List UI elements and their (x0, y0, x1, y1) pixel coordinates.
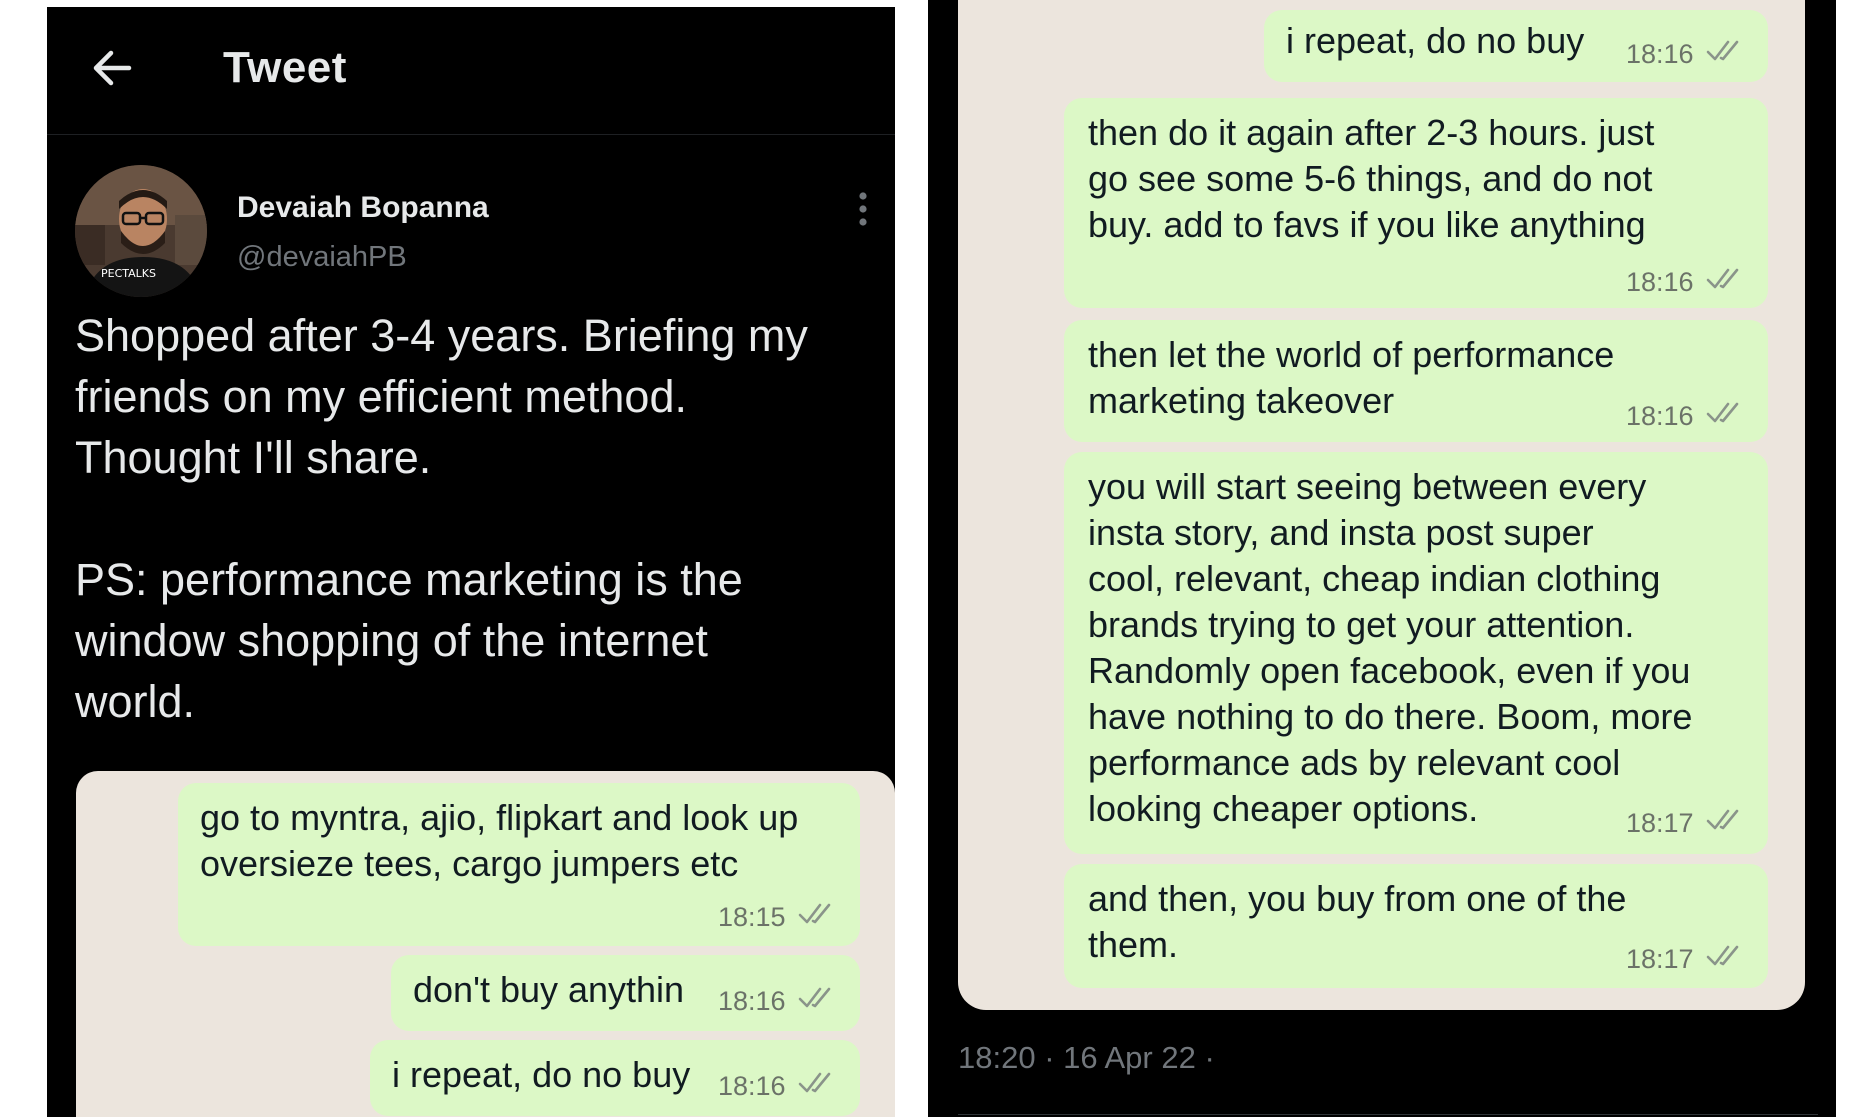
avatar[interactable]: PECTALKS (75, 165, 207, 297)
message-line: go see some 5-6 things, and do not (1088, 158, 1653, 199)
message-time: 18:17 (1626, 808, 1694, 838)
message-line: oversieze tees, cargo jumpers etc (200, 843, 739, 884)
tweet-timestamp[interactable]: 18:20 · 16 Apr 22 · (958, 1040, 1215, 1076)
more-vertical-icon[interactable] (857, 191, 869, 227)
message-line: have nothing to do there. Boom, more (1088, 696, 1693, 737)
chat-bubble: i repeat, do no buy 18:16 (370, 1040, 860, 1116)
message-line: go to myntra, ajio, flipkart and look up (200, 797, 799, 838)
message-line: i repeat, do no buy (1286, 20, 1585, 61)
tweet-text-line: Shopped after 3-4 years. Briefing my (75, 310, 808, 361)
message-line: you will start seeing between every (1088, 466, 1647, 507)
tweet-text-line: world. (75, 676, 196, 727)
chat-screenshot-image[interactable]: i repeat, do no buy 18:16 then do it aga… (958, 0, 1805, 1010)
message-line: performance ads by relevant cool (1088, 742, 1621, 783)
divider (958, 1114, 1818, 1115)
author-name[interactable]: Devaiah Bopanna (237, 191, 489, 225)
double-check-icon (1706, 402, 1739, 423)
back-arrow-icon[interactable] (89, 45, 135, 91)
message-line: then let the world of performance (1088, 334, 1615, 375)
message-line: looking cheaper options. (1088, 788, 1479, 829)
double-check-icon (1706, 809, 1739, 830)
tweet-screenshot-continued: i repeat, do no buy 18:16 then do it aga… (928, 0, 1836, 1117)
chat-bubble: then let the world of performance market… (1064, 320, 1768, 442)
chat-bubble: go to myntra, ajio, flipkart and look up… (178, 783, 860, 946)
chat-bubble: don't buy anythin 18:16 (391, 955, 860, 1031)
double-check-icon (1706, 945, 1739, 966)
message-line: insta story, and insta post super (1088, 512, 1594, 553)
chat-bubble: i repeat, do no buy 18:16 (1264, 10, 1768, 82)
tweet-text-line: Thought I'll share. (75, 432, 432, 483)
chat-bubble: then do it again after 2-3 hours. just g… (1064, 98, 1768, 308)
message-line: brands trying to get your attention. (1088, 604, 1635, 645)
message-line: then do it again after 2-3 hours. just (1088, 112, 1655, 153)
message-time: 18:16 (718, 1071, 786, 1101)
tweet-text-line: friends on my efficient method. (75, 371, 687, 422)
double-check-icon (798, 903, 831, 924)
message-line: Randomly open facebook, even if you (1088, 650, 1691, 691)
chat-bubble: you will start seeing between every inst… (1064, 452, 1768, 854)
message-line: cool, relevant, cheap indian clothing (1088, 558, 1661, 599)
author-handle[interactable]: @devaiahPB (237, 241, 407, 274)
tweet-header: Tweet (47, 7, 895, 135)
chat-bubble: and then, you buy from one of the them. … (1064, 864, 1768, 988)
message-line: marketing takeover (1088, 380, 1395, 421)
double-check-icon (1706, 40, 1739, 61)
tweet-text: Shopped after 3-4 years. Briefing my fri… (75, 305, 875, 732)
message-time: 18:16 (1626, 267, 1694, 297)
message-time: 18:16 (1626, 401, 1694, 431)
message-time: 18:17 (1626, 944, 1694, 974)
message-line: them. (1088, 924, 1179, 965)
message-time: 18:16 (1626, 39, 1694, 69)
double-check-icon (798, 1072, 831, 1093)
page-title: Tweet (223, 43, 347, 92)
message-time: 18:15 (718, 902, 786, 932)
message-line: i repeat, do no buy (392, 1054, 691, 1095)
tweet-text-line: PS: performance marketing is the (75, 554, 743, 605)
avatar-shirt-text: PECTALKS (101, 267, 156, 280)
message-line: buy. add to favs if you like anything (1088, 204, 1646, 245)
double-check-icon (1706, 268, 1739, 289)
double-check-icon (798, 987, 831, 1008)
tweet-text-line: window shopping of the internet (75, 615, 708, 666)
chat-screenshot-image[interactable]: go to myntra, ajio, flipkart and look up… (76, 771, 895, 1117)
message-time: 18:16 (718, 986, 786, 1016)
message-line: and then, you buy from one of the (1088, 878, 1627, 919)
message-line: don't buy anythin (413, 969, 685, 1010)
tweet-screenshot: Tweet PECTALKS Devaiah Bopanna @devaiahP… (47, 7, 895, 1117)
